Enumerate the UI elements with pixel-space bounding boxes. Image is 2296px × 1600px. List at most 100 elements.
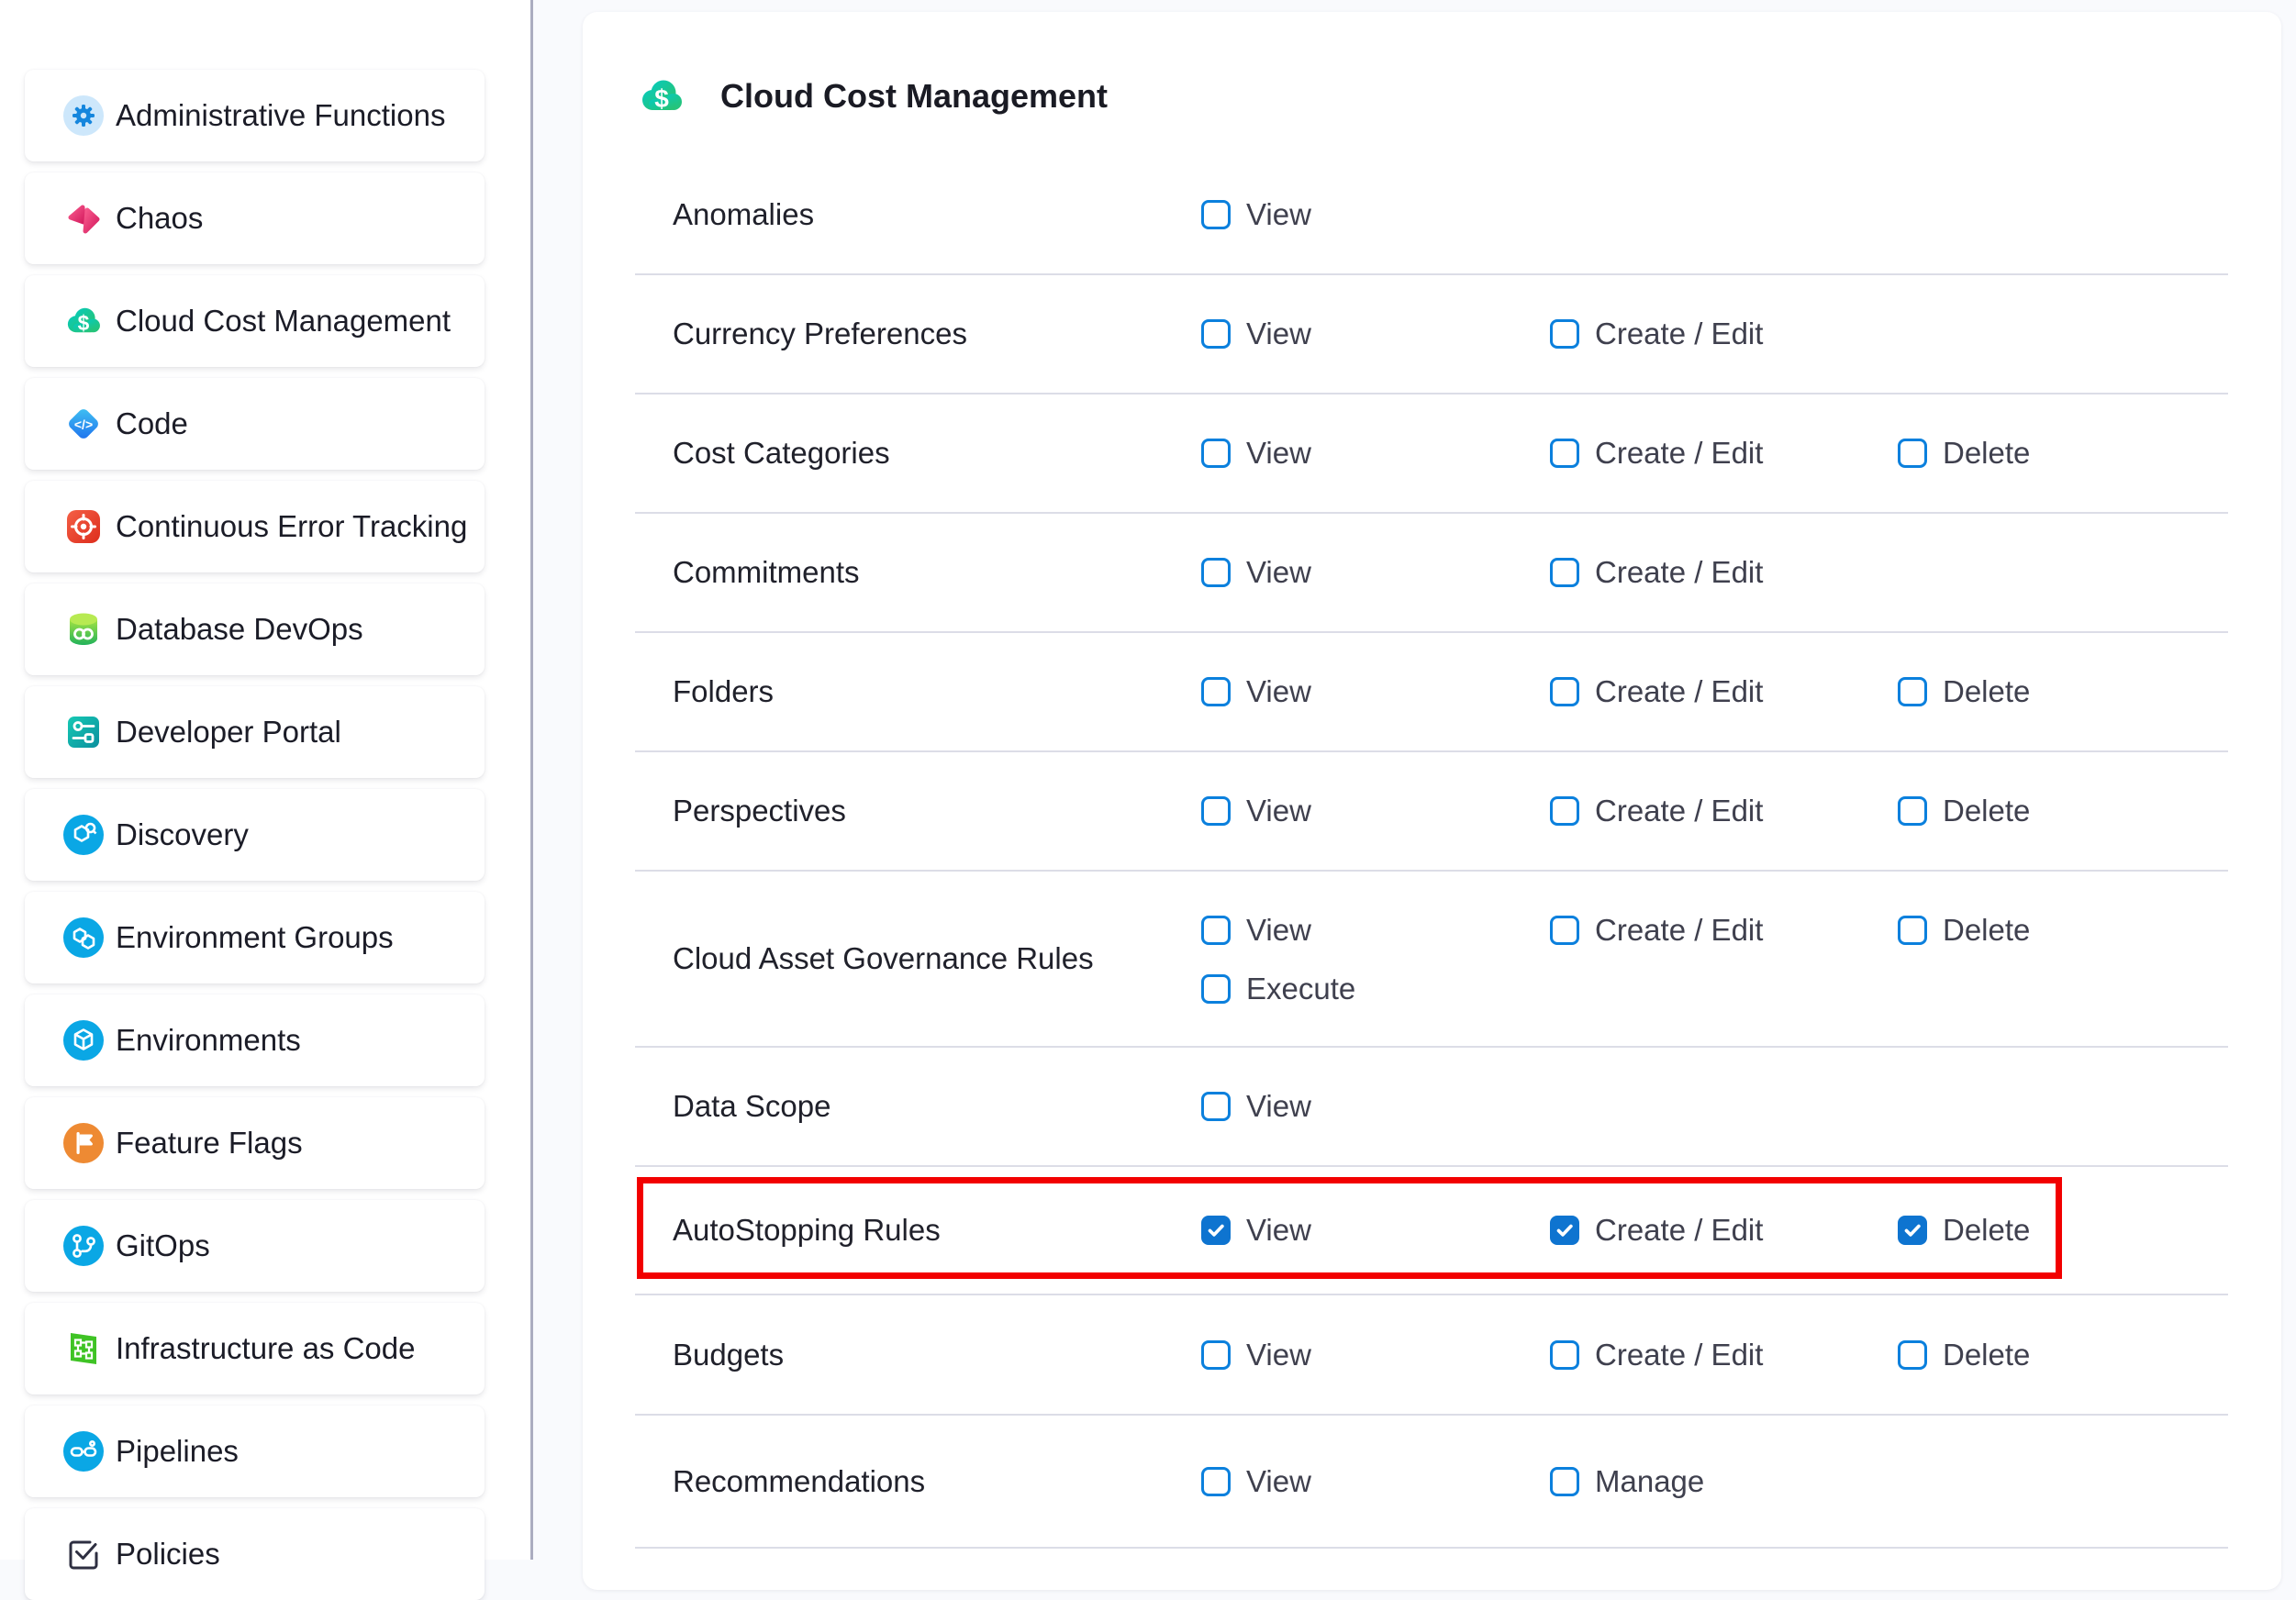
sidebar-item-infrastructure-as-code[interactable]: Infrastructure as Code [25,1303,485,1394]
checkbox-icon[interactable] [1201,1092,1231,1121]
create-edit-checkbox[interactable]: Create / Edit [1550,913,1763,948]
checkbox-icon[interactable] [1550,558,1579,587]
sidebar-item-label: Continuous Error Tracking [116,509,467,544]
create-edit-checkbox[interactable]: Create / Edit [1550,1338,1763,1372]
create-edit-checkbox[interactable]: Create / Edit [1550,794,1763,828]
permission-label: Create / Edit [1595,555,1763,590]
view-checkbox[interactable]: View [1201,794,1311,828]
permission-row-perspectives: Perspectives View Create / Edit Delete [635,752,2228,872]
create-edit-checkbox[interactable]: Create / Edit [1550,436,1763,471]
permission-row-data-scope: Data Scope View [635,1048,2228,1167]
view-checkbox[interactable]: View [1201,1213,1311,1248]
sidebar-item-administrative-functions[interactable]: Administrative Functions [25,70,485,161]
delete-checkbox[interactable]: Delete [1898,436,2030,471]
permission-label: View [1246,1213,1311,1248]
chaos-icon [63,198,104,239]
sidebar-item-label: GitOps [116,1228,210,1263]
permission-label: View [1246,197,1311,232]
sidebar-item-policies[interactable]: Policies [25,1508,485,1600]
resource-label: AutoStopping Rules [673,1213,941,1248]
permission-row-cloud-asset-governance-rules: Cloud Asset Governance Rules View Create… [635,872,2228,1048]
checkbox-icon[interactable] [1898,439,1927,468]
view-checkbox[interactable]: View [1201,1089,1311,1124]
view-checkbox[interactable]: View [1201,555,1311,590]
sidebar-item-database-devops[interactable]: Database DevOps [25,583,485,675]
checkbox-icon[interactable] [1898,1216,1927,1245]
checkbox-icon[interactable] [1201,1467,1231,1496]
delete-checkbox[interactable]: Delete [1898,794,2030,828]
checkbox-icon[interactable] [1201,1340,1231,1370]
checkbox-icon[interactable] [1201,558,1231,587]
permission-label: Manage [1595,1464,1704,1499]
sidebar-item-environments[interactable]: Environments [25,994,485,1086]
checkbox-icon[interactable] [1550,319,1579,349]
create-edit-checkbox[interactable]: Create / Edit [1550,1213,1763,1248]
sidebar-item-pipelines[interactable]: Pipelines [25,1406,485,1497]
sidebar-item-label: Feature Flags [116,1126,303,1161]
permission-label: View [1246,913,1311,948]
checkbox-icon[interactable] [1550,439,1579,468]
create-edit-checkbox[interactable]: Create / Edit [1550,317,1763,351]
checkbox-icon[interactable] [1550,796,1579,826]
delete-checkbox[interactable]: Delete [1898,913,2030,948]
view-checkbox[interactable]: View [1201,1464,1311,1499]
sidebar-item-developer-portal[interactable]: Developer Portal [25,686,485,778]
svg-text:$: $ [654,84,669,113]
permission-label: View [1246,1338,1311,1372]
permission-row-cost-categories: Cost Categories View Create / Edit Delet… [635,394,2228,514]
checkbox-icon[interactable] [1201,677,1231,706]
permission-label: View [1246,674,1311,709]
sidebar-item-continuous-error-tracking[interactable]: Continuous Error Tracking [25,481,485,572]
checkbox-icon[interactable] [1550,1340,1579,1370]
panel-title: Cloud Cost Management [720,77,1108,116]
view-checkbox[interactable]: View [1201,436,1311,471]
database-icon [63,609,104,650]
view-checkbox[interactable]: View [1201,1338,1311,1372]
checkbox-icon[interactable] [1201,319,1231,349]
checkbox-icon[interactable] [1550,916,1579,945]
sidebar-item-gitops[interactable]: GitOps [25,1200,485,1292]
checkbox-icon[interactable] [1550,1216,1579,1245]
view-checkbox[interactable]: View [1201,674,1311,709]
view-checkbox[interactable]: View [1201,317,1311,351]
checkbox-icon[interactable] [1201,796,1231,826]
sidebar-item-discovery[interactable]: Discovery [25,789,485,881]
checkbox-icon[interactable] [1201,439,1231,468]
sidebar-item-environment-groups[interactable]: Environment Groups [25,892,485,983]
checkbox-icon[interactable] [1898,1340,1927,1370]
checkbox-icon[interactable] [1898,796,1927,826]
permission-label: Create / Edit [1595,317,1763,351]
delete-checkbox[interactable]: Delete [1898,1338,2030,1372]
create-edit-checkbox[interactable]: Create / Edit [1550,555,1763,590]
checkbox-icon[interactable] [1550,1467,1579,1496]
permission-label: Delete [1943,913,2030,948]
environment-groups-icon [63,917,104,958]
resource-label: Currency Preferences [673,317,967,351]
create-edit-checkbox[interactable]: Create / Edit [1550,674,1763,709]
sidebar-item-code[interactable]: </> Code [25,378,485,470]
checkbox-icon[interactable] [1550,677,1579,706]
svg-text:</>: </> [74,417,93,432]
permission-label: View [1246,794,1311,828]
permission-label: Execute [1246,972,1355,1006]
delete-checkbox[interactable]: Delete [1898,674,2030,709]
delete-checkbox[interactable]: Delete [1898,1213,2030,1248]
sidebar-item-feature-flags[interactable]: Feature Flags [25,1097,485,1189]
permission-label: Create / Edit [1595,436,1763,471]
manage-checkbox[interactable]: Manage [1550,1464,1704,1499]
sidebar-item-chaos[interactable]: Chaos [25,172,485,264]
execute-checkbox[interactable]: Execute [1201,972,1355,1006]
checkbox-icon[interactable] [1201,916,1231,945]
view-checkbox[interactable]: View [1201,197,1311,232]
sidebar-item-cloud-cost-management[interactable]: $ Cloud Cost Management [25,275,485,367]
sidebar-item-label: Cloud Cost Management [116,304,451,339]
cloud-dollar-icon: $ [637,75,686,117]
permission-label: View [1246,555,1311,590]
checkbox-icon[interactable] [1201,974,1231,1004]
checkbox-icon[interactable] [1201,200,1231,229]
checkbox-icon[interactable] [1898,677,1927,706]
view-checkbox[interactable]: View [1201,913,1311,948]
checkbox-icon[interactable] [1201,1216,1231,1245]
checkbox-icon[interactable] [1898,916,1927,945]
permission-row-commitments: Commitments View Create / Edit [635,514,2228,633]
